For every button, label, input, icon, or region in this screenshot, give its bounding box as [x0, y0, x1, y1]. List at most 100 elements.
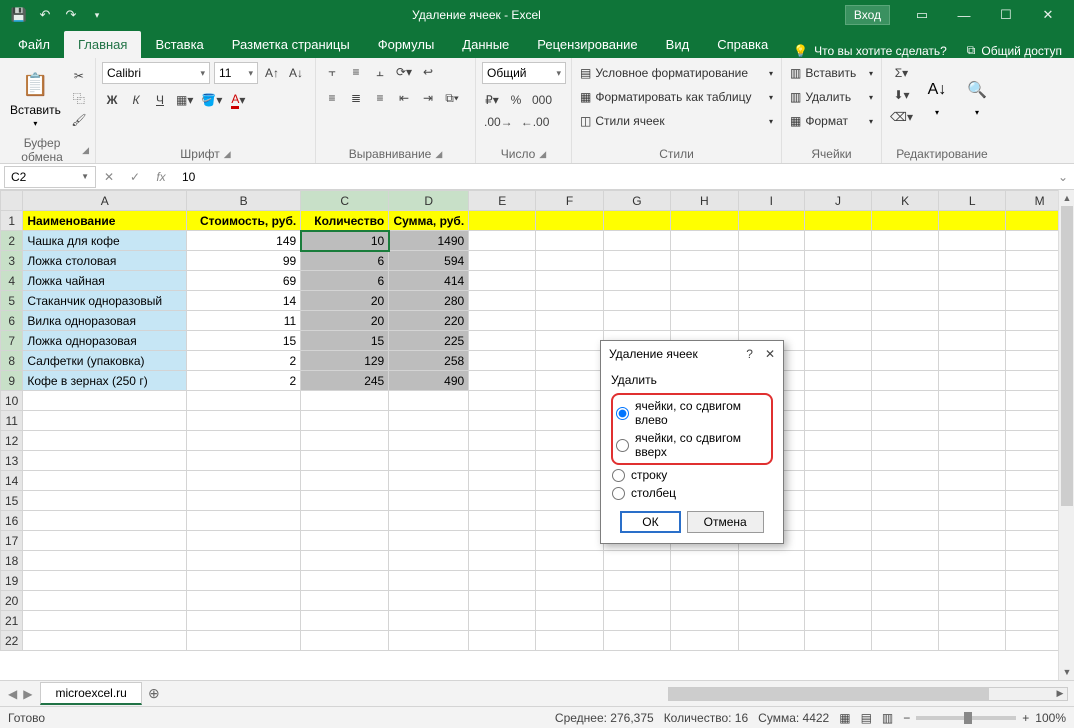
- cell-K20[interactable]: [871, 591, 938, 611]
- cell-D8[interactable]: 258: [389, 351, 469, 371]
- cell-E9[interactable]: [469, 371, 536, 391]
- cell-F3[interactable]: [536, 251, 603, 271]
- cell-C1[interactable]: Количество: [301, 211, 389, 231]
- col-header-L[interactable]: L: [939, 191, 1006, 211]
- col-header-H[interactable]: H: [671, 191, 738, 211]
- cell-K1[interactable]: [871, 211, 938, 231]
- cell-L19[interactable]: [939, 571, 1006, 591]
- cell-A12[interactable]: [23, 431, 187, 451]
- font-color-icon[interactable]: A▾: [228, 90, 248, 110]
- cell-E14[interactable]: [469, 471, 536, 491]
- row-header-22[interactable]: 22: [1, 631, 23, 651]
- fill-color-icon[interactable]: 🪣▾: [199, 90, 224, 110]
- cell-D2[interactable]: 1490: [389, 231, 469, 251]
- cell-E19[interactable]: [469, 571, 536, 591]
- cell-B16[interactable]: [187, 511, 301, 531]
- decrease-font-icon[interactable]: A↓: [286, 63, 306, 83]
- cell-B17[interactable]: [187, 531, 301, 551]
- cell-H4[interactable]: [671, 271, 738, 291]
- font-launcher-icon[interactable]: ◢: [224, 149, 231, 160]
- cell-L17[interactable]: [939, 531, 1006, 551]
- cell-E16[interactable]: [469, 511, 536, 531]
- cell-L16[interactable]: [939, 511, 1006, 531]
- cell-C17[interactable]: [301, 531, 389, 551]
- cell-K8[interactable]: [871, 351, 938, 371]
- tab-review[interactable]: Рецензирование: [523, 31, 651, 58]
- col-header-C[interactable]: C: [301, 191, 389, 211]
- cell-F6[interactable]: [536, 311, 603, 331]
- col-header-F[interactable]: F: [536, 191, 603, 211]
- cell-C11[interactable]: [301, 411, 389, 431]
- maximize-icon[interactable]: ☐: [986, 1, 1026, 29]
- cut-icon[interactable]: ✂: [69, 66, 89, 86]
- cell-L21[interactable]: [939, 611, 1006, 631]
- cell-A2[interactable]: Чашка для кофе: [23, 231, 187, 251]
- align-top-icon[interactable]: ⫟: [322, 62, 342, 82]
- cell-H2[interactable]: [671, 231, 738, 251]
- cell-C3[interactable]: 6: [301, 251, 389, 271]
- cell-E21[interactable]: [469, 611, 536, 631]
- tab-layout[interactable]: Разметка страницы: [218, 31, 364, 58]
- cell-H3[interactable]: [671, 251, 738, 271]
- orientation-icon[interactable]: ⟳▾: [394, 62, 414, 82]
- cell-E4[interactable]: [469, 271, 536, 291]
- option-shift-up[interactable]: ячейки, со сдвигом вверх: [615, 430, 769, 460]
- cell-A20[interactable]: [23, 591, 187, 611]
- font-name-combo[interactable]: Calibri▾: [102, 62, 210, 84]
- cell-J18[interactable]: [805, 551, 872, 571]
- align-center-icon[interactable]: ≣: [346, 88, 366, 108]
- cell-E6[interactable]: [469, 311, 536, 331]
- cell-A3[interactable]: Ложка столовая: [23, 251, 187, 271]
- cell-L14[interactable]: [939, 471, 1006, 491]
- cell-G5[interactable]: [603, 291, 671, 311]
- option-column[interactable]: столбец: [611, 485, 773, 501]
- cell-J13[interactable]: [805, 451, 872, 471]
- row-header-1[interactable]: 1: [1, 211, 23, 231]
- cell-D22[interactable]: [389, 631, 469, 651]
- cell-F10[interactable]: [536, 391, 603, 411]
- cell-D17[interactable]: [389, 531, 469, 551]
- cell-B9[interactable]: 2: [187, 371, 301, 391]
- cell-J12[interactable]: [805, 431, 872, 451]
- cell-B14[interactable]: [187, 471, 301, 491]
- tab-help[interactable]: Справка: [703, 31, 782, 58]
- cell-F12[interactable]: [536, 431, 603, 451]
- cell-H1[interactable]: [671, 211, 738, 231]
- row-header-20[interactable]: 20: [1, 591, 23, 611]
- radio-shift-up[interactable]: [616, 439, 629, 452]
- tab-view[interactable]: Вид: [652, 31, 704, 58]
- cell-E3[interactable]: [469, 251, 536, 271]
- cell-styles-button[interactable]: ◫Стили ячеек▾: [578, 110, 775, 132]
- cell-F5[interactable]: [536, 291, 603, 311]
- cell-C7[interactable]: 15: [301, 331, 389, 351]
- share-button[interactable]: ⧉Общий доступ: [967, 43, 1062, 58]
- cell-I19[interactable]: [738, 571, 804, 591]
- cell-F15[interactable]: [536, 491, 603, 511]
- cell-D20[interactable]: [389, 591, 469, 611]
- name-box[interactable]: C2▼: [4, 166, 96, 188]
- cell-B1[interactable]: Стоимость, руб.: [187, 211, 301, 231]
- cell-E18[interactable]: [469, 551, 536, 571]
- scroll-right-icon[interactable]: ▶: [1053, 688, 1067, 700]
- cell-J17[interactable]: [805, 531, 872, 551]
- qat-customize-icon[interactable]: ▾: [86, 4, 108, 26]
- cell-J10[interactable]: [805, 391, 872, 411]
- cell-B7[interactable]: 15: [187, 331, 301, 351]
- cell-F18[interactable]: [536, 551, 603, 571]
- cell-B11[interactable]: [187, 411, 301, 431]
- cell-D19[interactable]: [389, 571, 469, 591]
- cell-G18[interactable]: [603, 551, 671, 571]
- add-sheet-icon[interactable]: ⊕: [142, 685, 166, 702]
- cell-E15[interactable]: [469, 491, 536, 511]
- signin-button[interactable]: Вход: [845, 5, 890, 25]
- cell-D4[interactable]: 414: [389, 271, 469, 291]
- cell-F11[interactable]: [536, 411, 603, 431]
- border-icon[interactable]: ▦▾: [174, 90, 195, 110]
- cell-C8[interactable]: 129: [301, 351, 389, 371]
- cell-E10[interactable]: [469, 391, 536, 411]
- cell-E2[interactable]: [469, 231, 536, 251]
- italic-button[interactable]: К: [126, 90, 146, 110]
- cell-B12[interactable]: [187, 431, 301, 451]
- vertical-scrollbar[interactable]: ▲ ▼: [1058, 190, 1074, 680]
- cell-B22[interactable]: [187, 631, 301, 651]
